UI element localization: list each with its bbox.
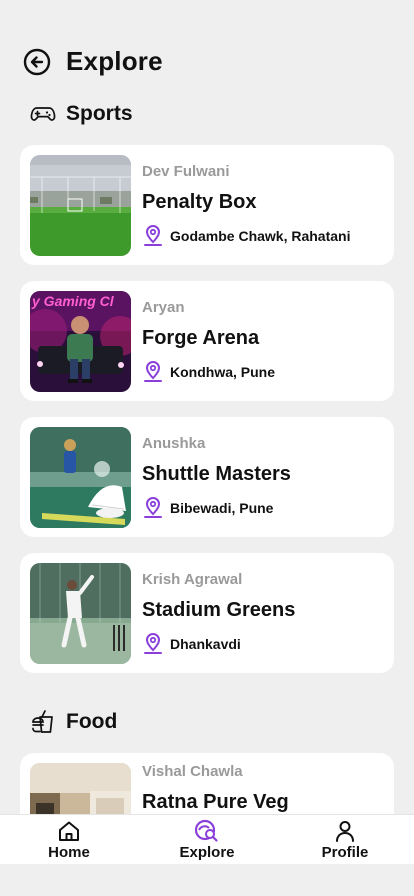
venue-owner: Aryan [142,298,185,316]
nav-home[interactable]: Home [19,819,119,861]
venue-name: Shuttle Masters [142,462,291,485]
home-icon [56,819,82,843]
bottom-safe-area [0,864,414,896]
section-title-label: Sports [66,102,133,125]
scroll-area[interactable]: Explore Sports Dev Fulwani Penalty Box G… [0,0,414,814]
venue-card[interactable]: y Gaming Cl Aryan Forge Arena Kondhwa, P… [20,281,394,401]
restaurant-photo [30,763,131,814]
venue-name: Forge Arena [142,326,260,349]
venue-owner: Anushka [142,434,206,452]
venue-location: Bibewadi, Pune [142,496,291,520]
section-title-label: Food [66,710,118,733]
venue-owner: Vishal Chawla [142,763,243,780]
fast-food-icon [30,709,56,735]
venue-owner: Krish Agrawal [142,570,243,588]
section-title-food: Food [30,709,117,735]
cricket-net-photo [30,562,131,664]
explore-search-icon [194,819,220,843]
nav-explore[interactable]: Explore [157,819,257,861]
gaming-club-photo: y Gaming Cl [30,290,131,392]
gaming-club-sign: y Gaming Cl [31,293,115,309]
venue-location: Godambe Chawk, Rahatani [142,224,350,248]
venue-card[interactable]: Vishal Chawla Ratna Pure Veg [20,753,394,814]
gamepad-icon [30,101,56,127]
location-text: Dhankavdi [170,635,241,652]
nav-explore-label: Explore [179,843,235,861]
location-text: Bibewadi, Pune [170,499,274,516]
nav-home-label: Home [48,843,90,861]
venue-name: Ratna Pure Veg [142,791,289,813]
location-text: Kondhwa, Pune [170,363,275,380]
venue-location: Dhankavdi [142,632,295,656]
location-pin-icon [142,496,164,520]
bottom-nav: Home Explore Profile [0,814,414,864]
back-arrow-icon[interactable] [22,47,52,77]
nav-profile[interactable]: Profile [295,819,395,861]
venue-location: Kondhwa, Pune [142,360,275,384]
venue-name: Stadium Greens [142,598,296,621]
location-pin-icon [142,632,164,656]
location-pin-icon [142,224,164,248]
location-text: Godambe Chawk, Rahatani [170,227,351,244]
page-title: Explore [66,46,163,76]
section-title-sports: Sports [30,101,133,127]
venue-name: Penalty Box [142,190,257,213]
badminton-court-photo [30,426,131,528]
profile-icon [332,819,358,843]
turf-field-photo [30,154,131,256]
header: Explore [22,46,163,77]
venue-card[interactable]: Dev Fulwani Penalty Box Godambe Chawk, R… [20,145,394,265]
nav-profile-label: Profile [321,843,369,861]
venue-owner: Dev Fulwani [142,162,230,180]
location-pin-icon [142,360,164,384]
venue-card[interactable]: Anushka Shuttle Masters Bibewadi, Pune [20,417,394,537]
venue-card[interactable]: Krish Agrawal Stadium Greens Dhankavdi [20,553,394,673]
